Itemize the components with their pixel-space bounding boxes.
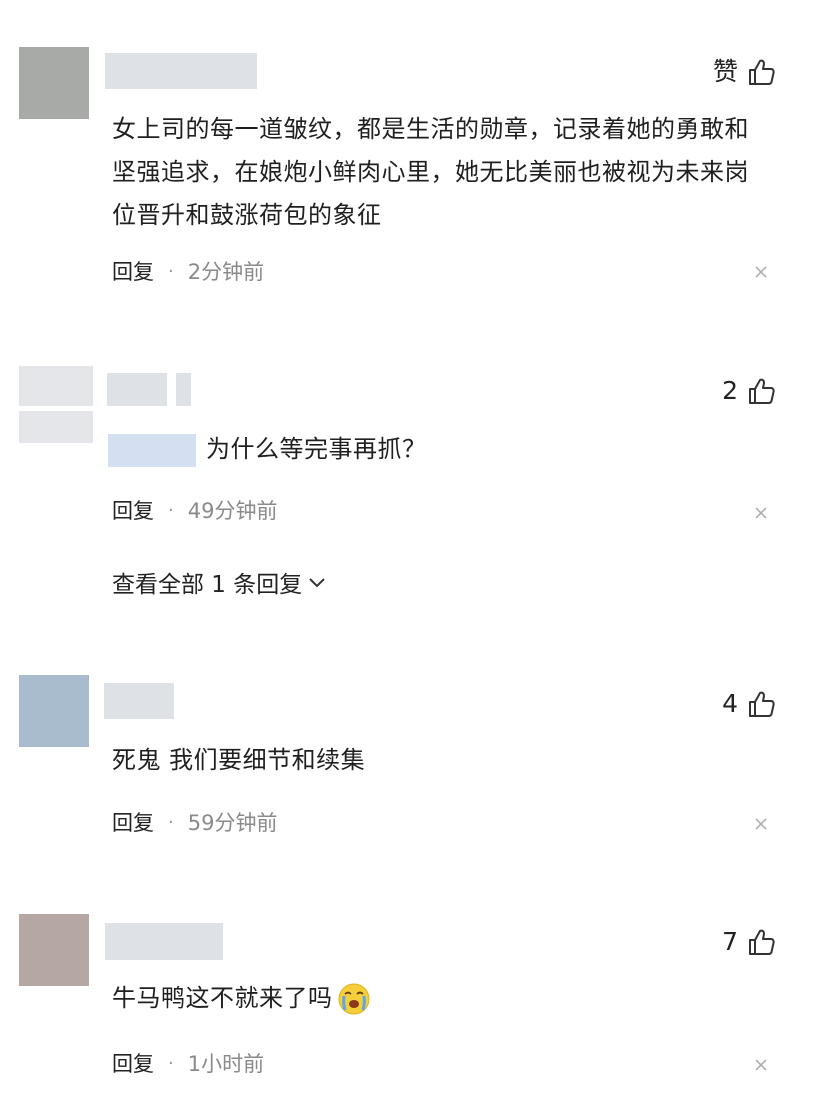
separator: · (168, 260, 174, 282)
avatar[interactable] (19, 675, 89, 747)
like-count: 2 (722, 376, 738, 405)
avatar[interactable] (19, 47, 89, 119)
reply-button[interactable]: 回复 (112, 495, 154, 525)
reply-row: 回复 · 2分钟前 (112, 256, 264, 286)
separator: · (168, 811, 174, 833)
reply-button[interactable]: 回复 (112, 1048, 154, 1078)
comment-1: 赞 女上司的每一道皱纹，都是生活的勋章，记录着她的勇敢和坚强追求，在娘炮小鲜肉心… (0, 0, 826, 320)
reply-row: 回复 · 49分钟前 (112, 495, 277, 525)
thumbs-up-icon (749, 691, 775, 717)
reply-row: 回复 · 59分钟前 (112, 807, 277, 837)
close-icon[interactable] (754, 265, 768, 279)
reply-button[interactable]: 回复 (112, 256, 154, 286)
thumbs-up-icon (749, 59, 775, 85)
timestamp: 49分钟前 (187, 499, 278, 523)
mention-placeholder[interactable] (108, 433, 196, 467)
comment-text-row: 为什么等完事再抓？ (108, 428, 768, 471)
separator: · (168, 499, 174, 521)
close-icon[interactable] (754, 1058, 768, 1072)
username-placeholder-extra (176, 373, 191, 406)
comment-text-row: 牛马鸭这不就来了吗 (112, 977, 772, 1020)
timestamp: 59分钟前 (187, 811, 278, 835)
like-count: 赞 (712, 57, 738, 86)
view-all-replies-label: 查看全部 1 条回复 (112, 572, 303, 598)
close-icon[interactable] (754, 506, 768, 520)
like-count: 4 (722, 689, 738, 718)
username-placeholder[interactable] (105, 53, 257, 89)
avatar[interactable] (19, 366, 93, 443)
close-icon[interactable] (754, 817, 768, 831)
comment-text: 牛马鸭这不就来了吗 (112, 984, 333, 1012)
thumbs-up-icon (749, 378, 775, 404)
timestamp: 1小时前 (187, 1052, 265, 1076)
username-placeholder[interactable] (107, 373, 167, 406)
avatar[interactable] (19, 914, 89, 986)
timestamp: 2分钟前 (187, 260, 265, 284)
username-placeholder[interactable] (105, 923, 223, 960)
like-button[interactable]: 赞 (713, 55, 776, 89)
like-count: 7 (722, 927, 738, 956)
username-placeholder[interactable] (104, 683, 174, 719)
crying-face-emoji-icon (338, 983, 369, 1015)
reply-row: 回复 · 1小时前 (112, 1048, 264, 1078)
comment-text: 为什么等完事再抓？ (206, 435, 427, 463)
thumbs-up-icon (749, 929, 775, 955)
like-button[interactable]: 2 (722, 374, 776, 408)
like-button[interactable]: 7 (722, 925, 776, 959)
separator: · (168, 1052, 174, 1074)
comment-text: 女上司的每一道皱纹，都是生活的勋章，记录着她的勇敢和坚强追求，在娘炮小鲜肉心里，… (112, 115, 749, 229)
reply-button[interactable]: 回复 (112, 807, 154, 837)
comment-text: 死鬼 我们要细节和续集 (112, 746, 366, 774)
view-all-replies-button[interactable]: 查看全部 1 条回复 (112, 565, 326, 599)
like-button[interactable]: 4 (722, 687, 776, 721)
chevron-down-icon (309, 578, 325, 588)
